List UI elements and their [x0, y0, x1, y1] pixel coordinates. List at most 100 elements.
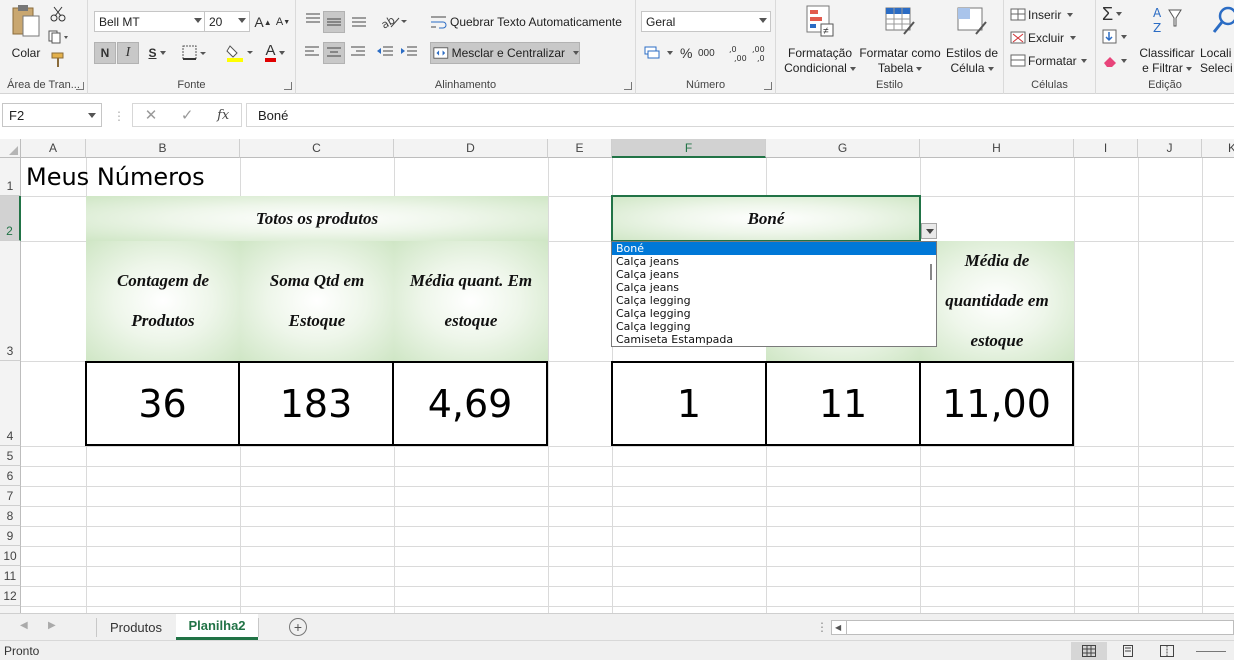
normal-view-button[interactable] — [1071, 642, 1107, 660]
column-header-d[interactable]: D — [394, 139, 548, 158]
row-header-6[interactable]: 6 — [0, 466, 21, 486]
row-header-1[interactable]: 1 — [0, 158, 21, 196]
borders-icon[interactable] — [182, 45, 208, 61]
row-header-5[interactable]: 5 — [0, 446, 21, 466]
cut-icon[interactable] — [50, 6, 66, 22]
fill-color-icon[interactable] — [226, 43, 256, 63]
add-sheet-icon[interactable]: + — [289, 618, 307, 636]
sort-filter-button[interactable]: AZ Classificar e Filtrar — [1136, 4, 1198, 76]
column-header-k[interactable]: K — [1202, 139, 1234, 158]
column-header-c[interactable]: C — [240, 139, 394, 158]
find-select-button[interactable]: Locali Seleci — [1200, 4, 1234, 76]
orientation-icon[interactable]: ab — [380, 12, 408, 30]
bold-button[interactable]: N — [94, 42, 116, 64]
row-header-11[interactable]: 11 — [0, 566, 21, 586]
number-launcher-icon[interactable] — [764, 82, 772, 90]
column-header-f[interactable]: F — [612, 139, 766, 158]
format-cells-button[interactable]: Formatar — [1010, 52, 1087, 70]
scroll-tabs-right-icon[interactable]: ▶ — [48, 620, 56, 631]
column-header-e[interactable]: E — [548, 139, 612, 158]
decrease-decimal-icon[interactable]: ,00,0 — [751, 43, 771, 63]
font-launcher-icon[interactable] — [284, 82, 292, 90]
scroll-left-icon[interactable]: ◀ — [835, 623, 841, 632]
worksheet-grid[interactable]: A B C D E F G H I J K 1 2 3 4 5 6 7 8 9 … — [0, 139, 1234, 613]
number-format-select[interactable]: Geral — [641, 11, 771, 32]
tab-planilha2[interactable]: Planilha2 — [176, 614, 258, 640]
clipboard-launcher-icon[interactable] — [76, 82, 84, 90]
dropdown-option[interactable]: Calça jeans — [612, 268, 936, 281]
dropdown-option[interactable]: Calça legging — [612, 320, 936, 333]
name-box[interactable]: F2 — [2, 103, 102, 127]
column-header-i[interactable]: I — [1074, 139, 1138, 158]
column-header-b[interactable]: B — [86, 139, 240, 158]
format-as-table-button[interactable]: Formatar como Tabela — [858, 4, 942, 76]
product-sum-value[interactable]: 11 — [765, 361, 921, 446]
insert-cells-button[interactable]: Inserir — [1010, 6, 1074, 24]
font-color-button[interactable]: A — [260, 42, 290, 64]
product-count-value[interactable]: 1 — [611, 361, 767, 446]
dropdown-option[interactable]: Calça jeans — [612, 255, 936, 268]
align-center-button[interactable] — [323, 42, 345, 64]
row-header-9[interactable]: 9 — [0, 526, 21, 546]
column-header-h[interactable]: H — [920, 139, 1074, 158]
delete-cells-button[interactable]: Excluir — [1010, 29, 1077, 47]
avg-stock-value[interactable]: 4,69 — [392, 361, 548, 446]
italic-button[interactable]: I — [117, 42, 139, 64]
count-products-value[interactable]: 36 — [85, 361, 240, 446]
validation-dropdown-button[interactable] — [921, 223, 937, 239]
row-header-2[interactable]: 2 — [0, 196, 21, 241]
row-header-3[interactable]: 3 — [0, 241, 21, 361]
increase-decimal-icon[interactable]: ,0,00 — [728, 43, 748, 63]
copy-icon[interactable] — [48, 30, 70, 44]
column-header-a[interactable]: A — [21, 139, 86, 158]
row-header-12[interactable]: 12 — [0, 586, 21, 606]
row-header-13[interactable] — [0, 606, 21, 613]
page-layout-button[interactable] — [1110, 642, 1146, 660]
dropdown-option[interactable]: Calça legging — [612, 307, 936, 320]
scroll-tabs-left-icon[interactable]: ◀ — [20, 620, 28, 631]
percent-button[interactable]: % — [680, 44, 692, 62]
horizontal-scrollbar[interactable]: ◀ — [831, 620, 1234, 635]
dropdown-option[interactable]: Calça jeans — [612, 281, 936, 294]
formula-input[interactable]: Boné — [246, 103, 1234, 127]
row-header-7[interactable]: 7 — [0, 486, 21, 506]
sum-stock-value[interactable]: 183 — [238, 361, 394, 446]
validation-dropdown-list[interactable]: Boné Calça jeans Calça jeans Calça jeans… — [611, 241, 937, 347]
dropdown-option[interactable]: Calça legging — [612, 294, 936, 307]
insert-function-icon[interactable]: fx — [217, 108, 229, 123]
zoom-slider[interactable] — [1196, 651, 1226, 652]
shrink-font-button[interactable]: A ▼ — [274, 13, 292, 31]
align-right-icon[interactable] — [350, 45, 366, 59]
decrease-indent-icon[interactable] — [376, 45, 394, 59]
cancel-icon[interactable]: ✕ — [145, 106, 158, 124]
fill-button[interactable] — [1102, 28, 1127, 46]
clear-button[interactable] — [1102, 52, 1127, 70]
tab-produtos[interactable]: Produtos — [97, 614, 175, 640]
enter-icon[interactable]: ✓ — [181, 106, 194, 124]
select-all-corner[interactable] — [0, 139, 21, 158]
currency-button[interactable] — [644, 44, 673, 62]
font-size-select[interactable]: 20 — [204, 11, 250, 32]
product-avg-value[interactable]: 11,00 — [919, 361, 1074, 446]
conditional-formatting-button[interactable]: ≠ Formatação Condicional — [780, 4, 860, 76]
paste-button[interactable]: Colar — [6, 4, 46, 61]
alignment-launcher-icon[interactable] — [624, 82, 632, 90]
merge-center-button[interactable]: Mesclar e Centralizar — [430, 42, 580, 64]
align-bottom-icon[interactable] — [350, 12, 368, 28]
tab-split-grip-icon[interactable]: ⋮ — [816, 620, 828, 634]
format-painter-icon[interactable] — [50, 52, 66, 68]
cell-styles-button[interactable]: Estilos de Célula — [942, 4, 1002, 76]
align-middle-button[interactable] — [323, 11, 345, 33]
dropdown-option[interactable]: Camiseta Estampada — [612, 333, 936, 346]
thousands-button[interactable]: 000 — [698, 44, 715, 62]
autosum-button[interactable]: Σ — [1102, 4, 1123, 24]
page-break-preview-button[interactable] — [1149, 642, 1185, 660]
row-header-10[interactable]: 10 — [0, 546, 21, 566]
column-header-g[interactable]: G — [766, 139, 920, 158]
font-name-select[interactable]: Bell MT — [94, 11, 206, 32]
underline-button[interactable]: S — [142, 42, 172, 64]
align-top-icon[interactable] — [304, 12, 322, 28]
increase-indent-icon[interactable] — [400, 45, 418, 59]
column-header-j[interactable]: J — [1138, 139, 1202, 158]
row-header-8[interactable]: 8 — [0, 506, 21, 526]
